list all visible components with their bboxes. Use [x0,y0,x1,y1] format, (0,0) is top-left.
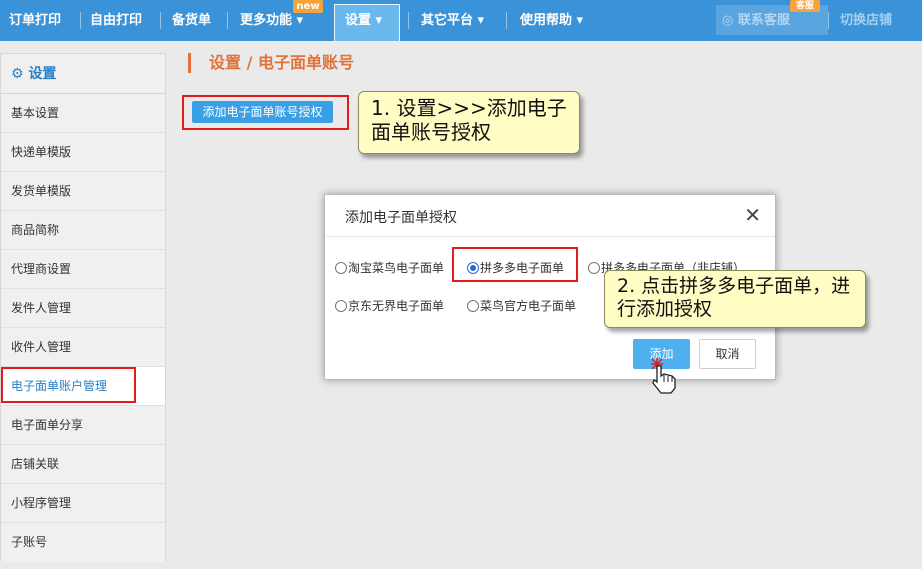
nav-divider [80,12,81,29]
option-jd[interactable]: 京东无界电子面单 [335,298,444,314]
sidebar-item-miniprogram[interactable]: 小程序管理 [1,484,165,523]
step1-callout: 1. 设置>>>添加电子面单账号授权 [358,91,580,154]
nav-settings[interactable]: 设置 ▾ [345,0,382,41]
hand-cursor-icon [651,358,676,394]
nav-order-print[interactable]: 订单打印 [9,0,61,41]
headset-icon: ◎ [722,13,734,28]
nav-free-print[interactable]: 自由打印 [90,0,142,41]
radio-icon[interactable] [335,300,347,312]
new-badge: new [293,0,323,13]
gear-icon: ⚙ [11,66,24,82]
sidebar-header: ⚙ 设置 [1,54,165,94]
nav-divider [408,12,409,29]
switch-store[interactable]: 切换店铺 [840,0,892,41]
contact-service[interactable]: ◎ 联系客服 [722,0,790,41]
radio-icon[interactable] [335,262,347,274]
sidebar-item-invoice-template[interactable]: 发货单模版 [1,172,165,211]
radio-icon[interactable] [588,262,600,274]
dialog-title: 添加电子面单授权 [345,210,457,226]
nav-divider [828,12,829,29]
dialog-header: 添加电子面单授权 ✕ [325,195,775,237]
option-taobao-cainiao[interactable]: 淘宝菜鸟电子面单 [335,260,444,276]
sidebar-item-agent[interactable]: 代理商设置 [1,250,165,289]
kefu-badge: 客服 [790,0,820,12]
top-nav: 订单打印 自由打印 备货单 更多功能 ▾ new 设置 ▾ 其它平台 ▾ 使用帮… [0,0,922,41]
nav-help[interactable]: 使用帮助 ▾ [520,0,583,41]
sidebar-item-store-link[interactable]: 店铺关联 [1,445,165,484]
sidebar-item-waybill-share[interactable]: 电子面单分享 [1,406,165,445]
highlight-pdd-option [452,247,578,282]
radio-icon[interactable] [467,300,479,312]
sidebar-item-express-template[interactable]: 快递单模版 [1,133,165,172]
sidebar-item-subaccount[interactable]: 子账号 [1,523,165,562]
sidebar-item-sender[interactable]: 发件人管理 [1,289,165,328]
close-icon[interactable]: ✕ [744,204,761,226]
sidebar-item-product-alias[interactable]: 商品简称 [1,211,165,250]
highlight-auth-button [182,95,349,130]
sidebar-item-basic[interactable]: 基本设置 [1,94,165,133]
page-title: 设置 / 电子面单账号 [188,53,354,73]
sidebar-item-receiver[interactable]: 收件人管理 [1,328,165,367]
highlight-sidebar-item [1,367,136,403]
cancel-button[interactable]: 取消 [699,339,756,369]
step2-callout: 2. 点击拼多多电子面单，进行添加授权 [604,270,866,328]
nav-divider [506,12,507,29]
nav-divider [160,12,161,29]
nav-stock-list[interactable]: 备货单 [172,0,211,41]
nav-other-platforms[interactable]: 其它平台 ▾ [421,0,484,41]
nav-divider [227,12,228,29]
settings-sidebar: ⚙ 设置 基本设置 快递单模版 发货单模版 商品简称 代理商设置 发件人管理 收… [0,53,166,562]
option-cainiao-official[interactable]: 菜鸟官方电子面单 [467,298,576,314]
